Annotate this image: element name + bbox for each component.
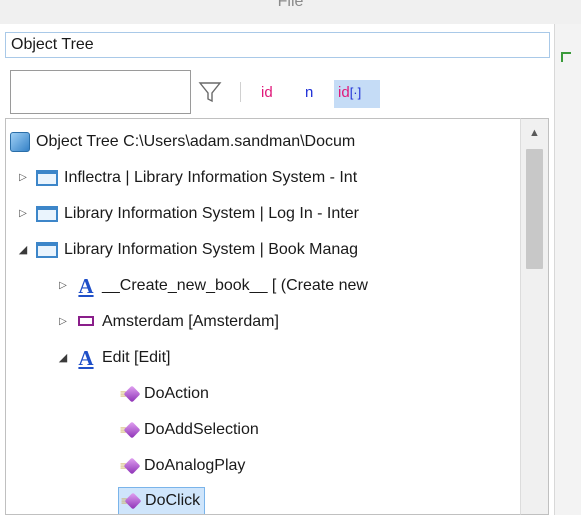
- tree-window-node[interactable]: ▷ Inflectra | Library Information System…: [16, 161, 357, 195]
- collapse-arrow-icon[interactable]: ◢: [56, 341, 70, 375]
- tree-child-node[interactable]: ◢ A Edit [Edit]: [56, 341, 171, 375]
- tree-root-label: Object Tree C:\Users\adam.sandman\Docum: [36, 133, 356, 150]
- method-icon: ≡: [121, 488, 142, 514]
- tree-child-node[interactable]: ▷ Amsterdam [Amsterdam]: [56, 305, 279, 339]
- scroll-up-icon[interactable]: ▲: [521, 119, 548, 147]
- tree-method-node[interactable]: ≡ DoAddSelection: [120, 413, 259, 447]
- adjacent-panel-edge: [554, 24, 581, 515]
- object-tree-icon: [10, 132, 30, 152]
- tree-node-label: Amsterdam [Amsterdam]: [102, 313, 279, 330]
- tree-node-label: Edit [Edit]: [102, 349, 171, 366]
- method-icon: ≡: [120, 377, 141, 411]
- search-input[interactable]: [10, 70, 191, 114]
- tree-node-label: DoAddSelection: [144, 421, 259, 438]
- tree-scrollbar[interactable]: ▲: [520, 118, 549, 515]
- tree-method-node[interactable]: ≡ DoAction: [120, 377, 209, 411]
- filter-funnel-icon: [198, 82, 222, 103]
- toolbar-separator: [240, 82, 241, 102]
- tree-method-node-selected[interactable]: ≡ DoClick: [118, 487, 206, 514]
- id-param-filter-button[interactable]: id[·]: [334, 80, 380, 108]
- text-object-icon: A: [78, 274, 94, 298]
- method-icon: ≡: [120, 413, 141, 447]
- file-menu-label[interactable]: File: [0, 0, 581, 11]
- filter-button[interactable]: [196, 78, 224, 106]
- adjacent-panel-icon: [561, 52, 571, 62]
- tree-method-node[interactable]: ≡ DoAnalogPlay: [120, 449, 245, 483]
- rectangle-object-icon: [78, 316, 94, 326]
- tree-root-node[interactable]: Object Tree C:\Users\adam.sandman\Docum: [10, 125, 355, 159]
- tree-child-node[interactable]: ▷ A __Create_new_book__ [ (Create new: [56, 269, 368, 303]
- tree-node-label: DoClick: [145, 492, 201, 509]
- expand-arrow-icon[interactable]: ▷: [56, 269, 70, 303]
- window-header: File: [0, 0, 581, 24]
- id-param-label: id: [338, 84, 350, 101]
- object-tree-panel: Object Tree id n id[·] Object Tree C:\Us…: [0, 24, 554, 515]
- name-filter-button[interactable]: n: [301, 80, 317, 108]
- method-icon: ≡: [120, 449, 141, 483]
- expand-arrow-icon[interactable]: ▷: [16, 197, 30, 231]
- tree-node-label: Inflectra | Library Information System -…: [64, 169, 358, 186]
- text-object-icon: A: [78, 346, 94, 370]
- tree-window-node[interactable]: ▷ Library Information System | Log In - …: [16, 197, 359, 231]
- window-icon: [36, 242, 58, 258]
- tree-node-label: Library Information System | Log In - In…: [64, 205, 359, 222]
- collapse-arrow-icon[interactable]: ◢: [16, 233, 30, 267]
- tree-node-label: Library Information System | Book Manag: [64, 241, 359, 258]
- expand-arrow-icon[interactable]: ▷: [56, 305, 70, 339]
- window-icon: [36, 170, 58, 186]
- object-tree[interactable]: Object Tree C:\Users\adam.sandman\Docum …: [5, 118, 520, 515]
- tree-window-node[interactable]: ◢ Library Information System | Book Mana…: [16, 233, 358, 267]
- expand-arrow-icon[interactable]: ▷: [16, 161, 30, 195]
- panel-title: Object Tree: [5, 32, 550, 58]
- tree-node-label: DoAnalogPlay: [144, 457, 246, 474]
- id-param-bracket: [·]: [349, 85, 362, 100]
- scrollbar-thumb[interactable]: [526, 149, 543, 269]
- id-filter-button[interactable]: id: [257, 80, 277, 108]
- window-icon: [36, 206, 58, 222]
- tree-node-label: DoAction: [144, 385, 209, 402]
- tree-node-label: __Create_new_book__ [ (Create new: [102, 277, 368, 294]
